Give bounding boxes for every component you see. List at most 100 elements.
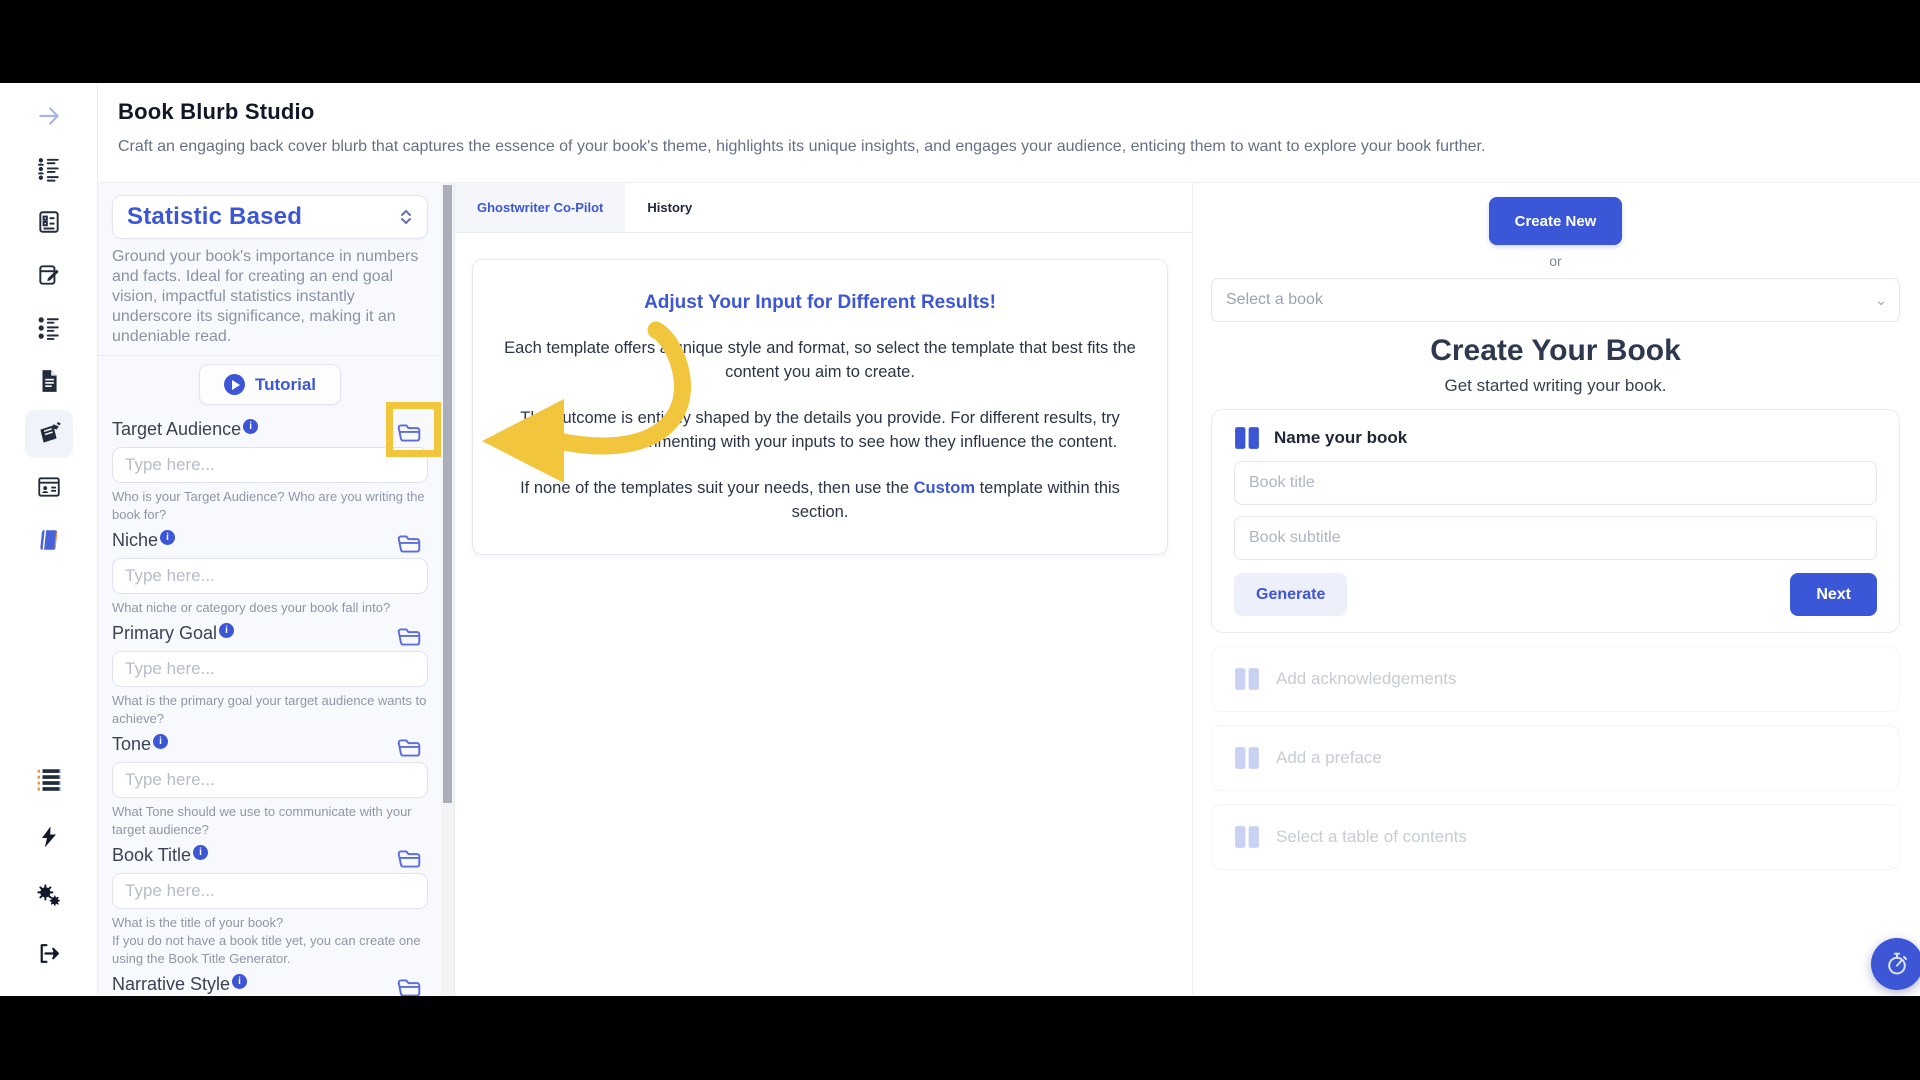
sidebar-item-logout[interactable] (25, 929, 73, 977)
sidebar-item-audience[interactable] (25, 145, 73, 193)
row-label: Select a table of contents (1276, 827, 1467, 846)
page-header: Book Blurb Studio Craft an engaging back… (98, 83, 1920, 183)
field-target-audience: Target Audience Who is your Target Audie… (112, 402, 441, 524)
field-help: What niche or category does your book fa… (112, 600, 391, 615)
info-icon[interactable] (219, 623, 235, 638)
sidebar-item-documents[interactable] (25, 357, 73, 405)
tutorial-button[interactable]: Tutorial (198, 364, 342, 405)
info-icon[interactable] (160, 530, 176, 545)
field-input[interactable] (112, 558, 428, 594)
open-book-icon (1235, 668, 1259, 690)
select-toc-row[interactable]: Select a table of contents (1211, 804, 1900, 870)
field-help: Who is your Target Audience? Who are you… (112, 489, 425, 522)
field-tone: Tone What Tone should we use to communic… (112, 734, 428, 839)
book-title-input[interactable] (1234, 461, 1877, 505)
name-your-book-title: Name your book (1274, 428, 1408, 447)
updown-chevron-icon (401, 210, 411, 224)
field-input[interactable] (112, 873, 428, 909)
field-label: Narrative Style (112, 974, 248, 995)
sidebar-item-profile[interactable] (25, 463, 73, 511)
template-selector[interactable]: Statistic Based (112, 195, 428, 239)
content-row: Statistic Based Ground your book's impor… (98, 183, 1920, 996)
tutorial-label: Tutorial (254, 374, 317, 394)
add-acknowledgements-row[interactable]: Add acknowledgements (1211, 646, 1900, 712)
timer-fab-button[interactable] (1871, 938, 1920, 990)
sidebar-item-library[interactable] (25, 516, 73, 564)
add-preface-row[interactable]: Add a preface (1211, 725, 1900, 791)
selected-template-label: Statistic Based (127, 203, 303, 230)
create-your-book-subheading: Get started writing your book. (1444, 376, 1667, 395)
info-icon[interactable] (153, 734, 169, 749)
field-label: Target Audience (112, 419, 259, 440)
next-button[interactable]: Next (1790, 573, 1877, 616)
field-book-title: Book Title What is the title of your boo… (112, 845, 428, 968)
generate-button[interactable]: Generate (1234, 573, 1348, 616)
or-separator: or (1549, 253, 1562, 269)
divider (98, 355, 454, 356)
info-icon[interactable] (193, 845, 209, 860)
template-panel: Statistic Based Ground your book's impor… (98, 183, 455, 996)
info-icon[interactable] (232, 974, 248, 989)
highlight-annotation (386, 402, 441, 457)
scrollbar-thumb[interactable] (443, 185, 452, 803)
card-title: Adjust Your Input for Different Results! (644, 292, 996, 313)
book-subtitle-input[interactable] (1234, 516, 1877, 560)
open-book-icon (1235, 747, 1259, 769)
folder-icon[interactable] (396, 625, 422, 649)
field-label: Niche (112, 530, 176, 551)
sidebar-item-quick-actions[interactable] (25, 813, 73, 861)
sidebar-item-menu-list[interactable] (25, 755, 73, 803)
card-paragraph-2: The outcome is entirely shaped by the de… (520, 409, 1120, 451)
folder-icon[interactable] (396, 532, 422, 556)
sidebar-item-steps[interactable] (25, 304, 73, 352)
template-description: Ground your book's importance in numbers… (112, 248, 419, 345)
open-book-icon (1235, 826, 1259, 848)
field-input[interactable] (112, 651, 428, 687)
card-paragraph-3: If none of the templates suit your needs… (520, 479, 1120, 521)
main-area: Book Blurb Studio Craft an engaging back… (98, 83, 1920, 996)
page-subtitle: Craft an engaging back cover blurb that … (118, 138, 1486, 155)
field-label: Tone (112, 734, 169, 755)
row-label: Add acknowledgements (1276, 669, 1457, 688)
play-icon (223, 374, 245, 395)
row-label: Add a preface (1276, 748, 1382, 767)
select-book-placeholder: Select a book (1226, 291, 1323, 308)
sidebar-item-blurb-studio[interactable] (24, 410, 73, 458)
field-label: Book Title (112, 845, 209, 866)
select-book-dropdown[interactable]: Select a book ⌄ (1211, 278, 1900, 322)
folder-icon[interactable] (396, 736, 422, 760)
template-fields: Target Audience Who is your Target Audie… (112, 402, 441, 996)
page-title: Book Blurb Studio (118, 99, 315, 124)
info-icon[interactable] (243, 419, 259, 434)
field-help: What is the title of your book? If you d… (112, 915, 421, 966)
sidebar-item-forms[interactable] (25, 198, 73, 246)
screen: Book Blurb Studio Craft an engaging back… (0, 0, 1920, 1080)
chevron-down-icon: ⌄ (1875, 292, 1887, 308)
folder-icon[interactable] (396, 976, 422, 996)
field-input[interactable] (112, 447, 428, 483)
scrollbar-track[interactable] (441, 183, 454, 996)
field-help: What Tone should we use to communicate w… (112, 804, 412, 837)
name-your-book-card: Name your book Generate Next (1211, 409, 1900, 633)
copilot-panel: Ghostwriter Co-Pilot History Adjust Your… (455, 183, 1192, 996)
folder-icon[interactable] (396, 847, 422, 871)
field-input[interactable] (112, 762, 428, 798)
field-narrative-style: Narrative Style (112, 974, 428, 996)
tab-history[interactable]: History (625, 183, 714, 232)
tab-ghostwriter-copilot[interactable]: Ghostwriter Co-Pilot (455, 183, 626, 232)
app-window: Book Blurb Studio Craft an engaging back… (0, 83, 1920, 996)
create-new-button[interactable]: Create New (1488, 197, 1623, 245)
sidebar-collapse-arrow-icon[interactable] (25, 92, 73, 140)
sidebar-item-write-book[interactable] (25, 251, 73, 299)
tab-bar: Ghostwriter Co-Pilot History (455, 183, 1192, 233)
field-help: What is the primary goal your target aud… (112, 693, 427, 726)
field-niche: Niche What niche or category does your b… (112, 530, 428, 617)
field-primary-goal: Primary Goal What is the primary goal yo… (112, 623, 428, 728)
sidebar-bottom-group (25, 755, 73, 977)
sidebar (0, 83, 98, 996)
sidebar-item-settings[interactable] (25, 871, 73, 919)
field-label: Primary Goal (112, 623, 235, 644)
book-panel: Create New or Select a book ⌄ Create You… (1192, 183, 1920, 996)
create-your-book-heading: Create Your Book (1430, 334, 1681, 367)
custom-template-link[interactable]: Custom (914, 479, 975, 497)
